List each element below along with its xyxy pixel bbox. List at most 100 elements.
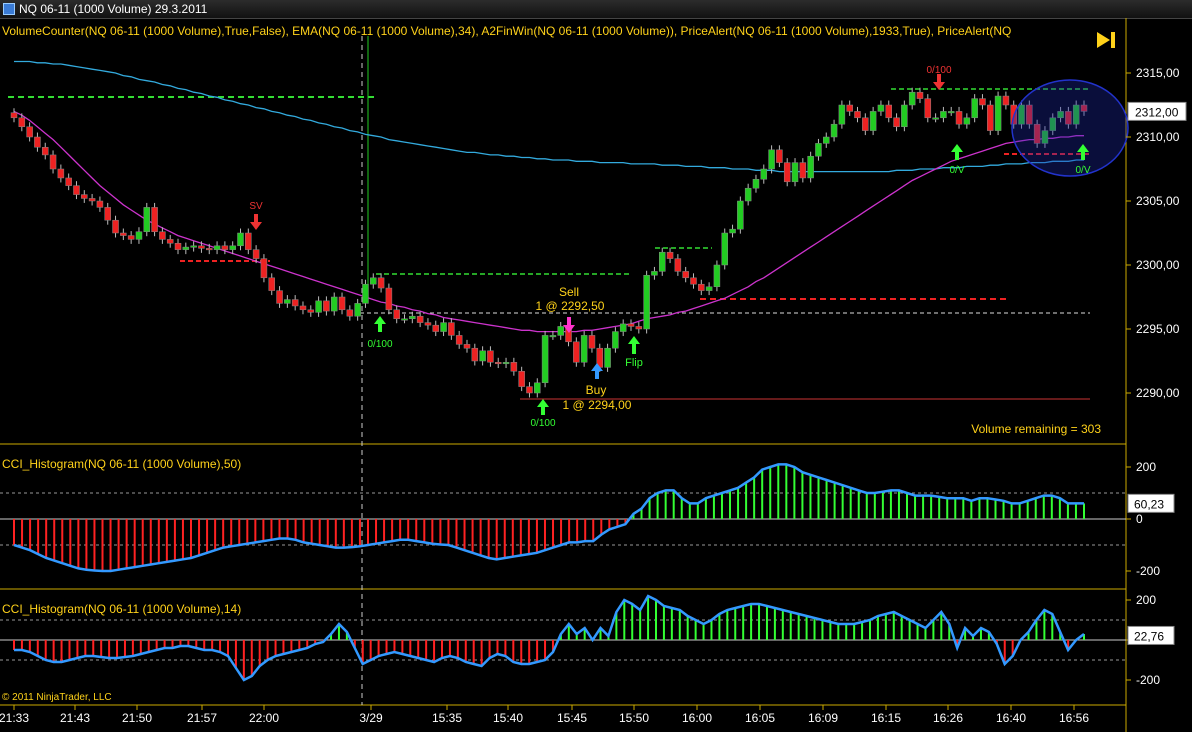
last-price-label: 2312,00 bbox=[1135, 105, 1179, 119]
candle-body bbox=[776, 149, 783, 163]
x-axis-labels: 21:33 21:43 21:50 21:57 22:00 3/29 15:35 15:40 1… bbox=[0, 705, 1089, 725]
candle-body bbox=[807, 155, 814, 179]
candle-body bbox=[643, 274, 650, 330]
candle-body bbox=[190, 245, 197, 248]
candle-body bbox=[869, 111, 877, 131]
candle-body bbox=[924, 98, 932, 119]
y-tick-label: 200 bbox=[1136, 460, 1156, 474]
x-tick-label: 15:40 bbox=[493, 711, 523, 725]
candle-body bbox=[674, 258, 682, 272]
candle-body bbox=[377, 277, 385, 289]
x-tick-label: 15:45 bbox=[557, 711, 587, 725]
candles bbox=[10, 87, 1088, 398]
sell-label: Sell bbox=[559, 285, 579, 299]
x-tick-label: 15:35 bbox=[432, 711, 462, 725]
candle-body bbox=[370, 277, 377, 285]
candle-body bbox=[604, 347, 611, 368]
candle-body bbox=[877, 104, 885, 112]
chart-area[interactable]: VolumeCounter(NQ 06-11 (1000 Volume),Tru… bbox=[0, 18, 1192, 732]
candle-body bbox=[307, 309, 315, 313]
sv-label: SV bbox=[249, 201, 263, 212]
candle-body bbox=[947, 111, 955, 114]
sell-detail: 1 @ 2292,50 bbox=[536, 299, 605, 313]
candle-body bbox=[838, 104, 846, 125]
candle-body bbox=[213, 245, 221, 250]
candle-body bbox=[940, 111, 947, 119]
candle-body bbox=[901, 104, 908, 128]
candle-body bbox=[471, 347, 479, 362]
candle-body bbox=[955, 111, 963, 125]
buy-detail: 1 @ 2294,00 bbox=[563, 398, 632, 412]
candle-body bbox=[174, 242, 182, 250]
x-tick-label: 15:50 bbox=[619, 711, 649, 725]
candle-body bbox=[120, 232, 127, 236]
candle-body bbox=[541, 335, 549, 384]
candle-body bbox=[338, 296, 346, 311]
candle-body bbox=[448, 322, 455, 336]
candle-body bbox=[245, 232, 252, 250]
candle-body bbox=[198, 245, 205, 249]
candle-body bbox=[49, 154, 57, 170]
candle-body bbox=[127, 235, 135, 240]
candle-body bbox=[463, 344, 471, 349]
candle-body bbox=[268, 277, 275, 291]
candle-body bbox=[729, 228, 736, 234]
candle-body bbox=[666, 251, 674, 259]
play-icon[interactable] bbox=[1097, 32, 1115, 48]
candle-body bbox=[432, 324, 440, 332]
candle-body bbox=[823, 136, 830, 144]
candle-body bbox=[237, 232, 244, 247]
x-tick-label: 21:43 bbox=[60, 711, 90, 725]
candle-body bbox=[206, 248, 213, 251]
candle-body bbox=[276, 290, 283, 304]
candle-body bbox=[885, 104, 892, 119]
candle-body bbox=[88, 198, 96, 202]
sell-arrow bbox=[563, 317, 575, 333]
candle-body bbox=[135, 231, 143, 240]
x-tick-label: 16:00 bbox=[682, 711, 712, 725]
candle-body bbox=[752, 178, 760, 189]
candle-body bbox=[932, 117, 939, 120]
candle-body bbox=[846, 104, 853, 112]
candle-body bbox=[705, 286, 713, 291]
ov-label-b: 0/100 bbox=[530, 418, 555, 429]
candle-body bbox=[424, 322, 432, 326]
candle-body bbox=[112, 219, 119, 234]
candle-body bbox=[315, 300, 322, 313]
candle-body bbox=[346, 309, 354, 317]
copyright-text: © 2011 NinjaTrader, LLC bbox=[2, 692, 112, 703]
candle-body bbox=[26, 126, 33, 138]
y-tick-label: 2310,00 bbox=[1136, 130, 1180, 144]
candle-body bbox=[479, 350, 486, 362]
candle-body bbox=[658, 251, 666, 272]
down-arrow bbox=[250, 214, 262, 230]
candle-body bbox=[815, 143, 822, 157]
y-tick-label: 2300,00 bbox=[1136, 258, 1180, 272]
candle-body bbox=[73, 185, 80, 195]
candle-body bbox=[143, 207, 151, 232]
candle-body bbox=[252, 249, 260, 259]
candle-body bbox=[783, 162, 791, 183]
y-tick-label: 2305,00 bbox=[1136, 194, 1180, 208]
candle-body bbox=[690, 277, 697, 285]
flip-label: Flip bbox=[625, 357, 643, 369]
up-arrow bbox=[374, 316, 386, 332]
chart-app-icon bbox=[3, 3, 15, 15]
candle-body bbox=[612, 331, 619, 349]
candle-body bbox=[979, 98, 986, 106]
candle-body bbox=[81, 194, 88, 199]
x-tick-label: 22:00 bbox=[249, 711, 279, 725]
candle-body bbox=[862, 117, 869, 131]
candle-body bbox=[41, 146, 49, 156]
window-titlebar: NQ 06-11 (1000 Volume) 29.3.2011 bbox=[0, 0, 1192, 19]
candle-body bbox=[221, 245, 229, 250]
candle-body bbox=[409, 315, 416, 320]
candle-body bbox=[510, 362, 518, 372]
candle-body bbox=[229, 245, 236, 250]
candle-body bbox=[65, 177, 72, 186]
candle-body bbox=[534, 382, 541, 394]
buy-label: Buy bbox=[586, 383, 607, 397]
window-title: NQ 06-11 (1000 Volume) 29.3.2011 bbox=[19, 2, 208, 16]
candle-body bbox=[362, 283, 369, 304]
y-axis-labels: 2315,00 2310,00 2305,00 2300,00 2295,00 2290,… bbox=[1126, 66, 1187, 687]
